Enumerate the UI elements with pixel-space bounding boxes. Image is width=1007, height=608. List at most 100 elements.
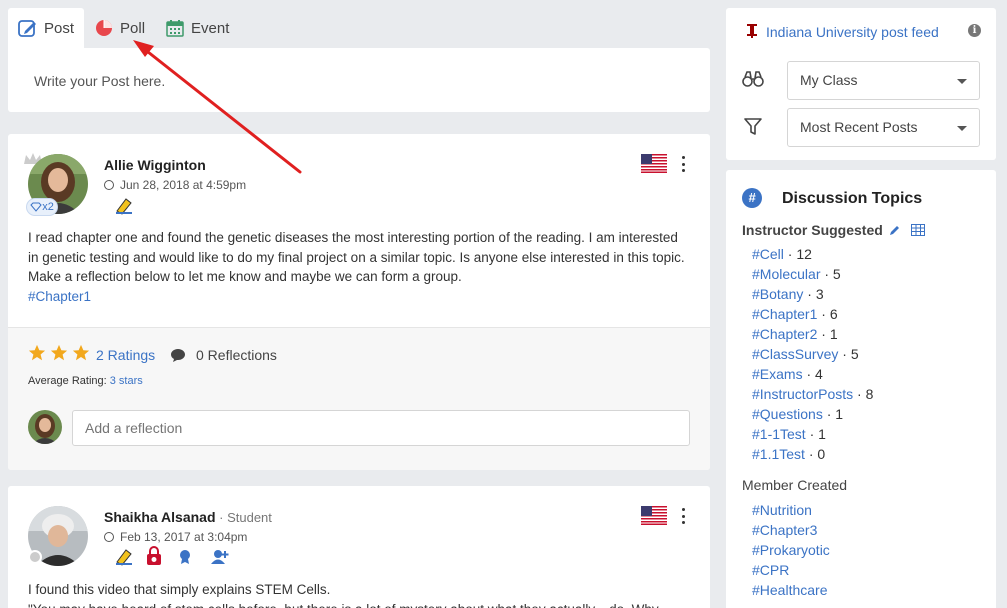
instructor-suggested-heading: Instructor Suggested [742,222,925,238]
sort-select[interactable]: Most Recent Posts [787,108,980,147]
topic-item[interactable]: #Nutrition [752,502,812,518]
post-input[interactable]: Write your Post here. [8,48,710,112]
tab-post[interactable]: Post [8,8,85,48]
post-card: x2 Allie Wigginton Jun 28, 2018 at 4:59p… [8,134,710,470]
topic-item[interactable]: #Prokaryotic [752,542,830,558]
topic-hashtag[interactable]: #Questions [752,406,823,422]
topic-item[interactable]: #ClassSurvey · 5 [752,346,859,362]
star-rating[interactable] [28,344,94,362]
topic-hashtag[interactable]: #Molecular [752,266,820,282]
post-date-text: Jun 28, 2018 at 4:59pm [120,178,247,192]
discussion-topics-title: Discussion Topics [782,190,923,207]
topic-item[interactable]: #Molecular · 5 [752,266,841,282]
class-select-value: My Class [800,72,858,88]
star-icon[interactable] [50,344,68,362]
diamond-icon [30,202,42,212]
filter-icon [744,118,762,135]
post-author[interactable]: Shaikha Alsanad · Student [104,509,272,525]
topic-item[interactable]: #Botany · 3 [752,286,824,302]
topic-hashtag[interactable]: #Chapter1 [752,306,817,322]
topic-item[interactable]: #Chapter1 · 6 [752,306,838,322]
feed-title[interactable]: Indiana University post feed [766,24,939,40]
topic-count: · 8 [853,386,874,402]
add-user-icon [211,550,229,564]
edit-icon[interactable] [889,224,901,236]
post-body: I read chapter one and found the genetic… [28,228,688,306]
star-icon[interactable] [28,344,46,362]
post-date: Feb 13, 2017 at 3:04pm [104,530,247,544]
topic-hashtag[interactable]: #Nutrition [752,502,812,518]
topic-hashtag[interactable]: #Prokaryotic [752,542,830,558]
topic-hashtag[interactable]: #CPR [752,562,789,578]
average-rating-value[interactable]: 3 stars [110,375,143,387]
topic-hashtag[interactable]: #1.1Test [752,446,805,462]
post-author-name[interactable]: Shaikha Alsanad [104,509,216,525]
topic-hashtag[interactable]: #ClassSurvey [752,346,838,362]
post-composer: Post Poll Event Write your Post here. [8,8,710,112]
topic-item[interactable]: #1-1Test · 1 [752,426,826,442]
post-edit-icon [18,18,38,38]
class-select[interactable]: My Class [787,61,980,100]
binoculars-icon [742,71,764,87]
topic-item[interactable]: #Questions · 1 [752,406,843,422]
topic-hashtag[interactable]: #Cell [752,246,784,262]
topic-hashtag[interactable]: #1-1Test [752,426,806,442]
post-text-line: I found this video that simply explains … [28,582,331,597]
post-author-role: · Student [215,510,272,525]
post-author[interactable]: Allie Wigginton [104,157,206,173]
topic-count: · 1 [805,426,826,442]
feed-filters-panel: Indiana University post feed i My Class … [726,8,996,160]
clock-icon [104,532,114,542]
pie-chart-icon [94,18,114,38]
topic-count: · 5 [838,346,859,362]
topic-hashtag[interactable]: #InstructorPosts [752,386,853,402]
topic-item[interactable]: #Cell · 12 [752,246,812,262]
topic-hashtag[interactable]: #Healthcare [752,582,828,598]
chevron-down-icon [957,126,967,131]
tab-post-label: Post [44,19,75,37]
average-rating: Average Rating: 3 stars [28,375,143,387]
discussion-topics-panel: # Discussion Topics Instructor Suggested… [726,170,996,608]
topic-item[interactable]: #Chapter3 [752,522,817,538]
topic-hashtag[interactable]: #Botany [752,286,803,302]
badge-count: x2 [42,201,54,213]
status-indicator [28,550,42,564]
chevron-down-icon [957,79,967,84]
reflection-input[interactable] [72,410,690,446]
post-menu-icon[interactable] [680,156,686,172]
topic-item[interactable]: #Chapter2 · 1 [752,326,838,342]
sort-select-value: Most Recent Posts [800,119,918,135]
us-flag-icon [641,154,667,173]
pencil-award-icon [116,549,132,566]
table-icon[interactable] [910,224,925,236]
post-menu-icon[interactable] [680,508,686,524]
topic-count: · 0 [804,446,826,462]
average-rating-label: Average Rating: [28,375,107,387]
info-icon[interactable]: i [968,24,981,37]
post-body: I found this video that simply explains … [28,580,688,608]
topic-item[interactable]: #1.1Test · 0 [752,446,825,462]
topic-hashtag[interactable]: #Chapter2 [752,326,817,342]
ratings-link[interactable]: 2 Ratings [96,347,155,363]
lock-badge-icon [147,546,161,565]
topic-count: · 1 [817,326,838,342]
tab-poll[interactable]: Poll [84,8,155,48]
topic-hashtag[interactable]: #Chapter3 [752,522,817,538]
us-flag-icon [641,506,667,525]
pencil-award-icon [116,198,132,215]
hashtag-icon: # [742,188,762,208]
composer-tabs: Post Poll Event [8,8,710,48]
topic-item[interactable]: #Healthcare [752,582,828,598]
topic-count: · 4 [802,366,823,382]
topic-item[interactable]: #CPR [752,562,789,578]
topic-item[interactable]: #InstructorPosts · 8 [752,386,873,402]
topic-hashtag[interactable]: #Exams [752,366,803,382]
post-hashtag[interactable]: #Chapter1 [28,287,688,307]
reflections-count[interactable]: 0 Reflections [196,347,277,363]
topic-item[interactable]: #Exams · 4 [752,366,823,382]
star-icon[interactable] [72,344,90,362]
topic-count: · 3 [803,286,824,302]
tab-event[interactable]: Event [155,8,239,48]
topic-count: · 12 [783,246,812,262]
topic-count: · 6 [817,306,838,322]
